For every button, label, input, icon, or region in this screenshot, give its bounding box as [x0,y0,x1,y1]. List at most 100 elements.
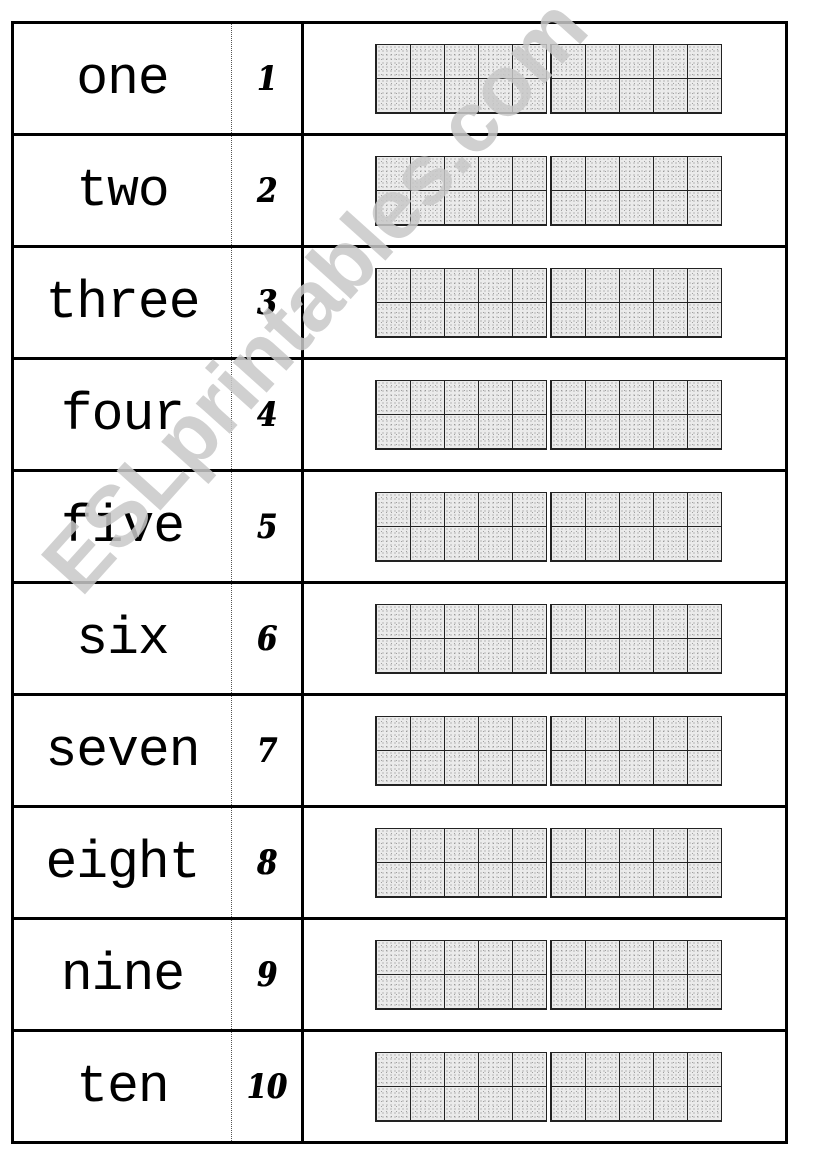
ten-frames-group [375,603,722,674]
table-row: one 1 [11,21,788,136]
ten-frame-cell [477,828,513,863]
ten-frame-cell [550,828,586,863]
numeral: 10 [246,1066,287,1107]
ten-frame [550,1051,722,1122]
ten-frame-cell [686,302,722,337]
ten-frame-cell [618,750,654,785]
ten-frame-cell [618,716,654,751]
ten-frame-cell [477,940,513,975]
ten-frame-cell [443,492,479,527]
ten-frame-cell [584,380,620,415]
ten-frame-cell [550,156,586,191]
ten-frame-cell [686,862,722,897]
ten-frame-cell [409,940,445,975]
ten-frame-cell [443,750,479,785]
ten-frame-cell [550,302,586,337]
ten-frame-cell [550,380,586,415]
table-row: two 2 [11,133,788,248]
ten-frame-cell [686,974,722,1009]
ten-frame-cell [443,414,479,449]
ten-frame-cell [652,44,688,79]
ten-frame [375,827,547,898]
ten-frame-cell [511,862,547,897]
ten-frame-cell [652,268,688,303]
number-word-cell: two [11,133,232,248]
ten-frame-cell [584,78,620,113]
ten-frame-cell [584,974,620,1009]
ten-frame-cell [477,1086,513,1121]
numeral-cell: 4 [231,357,304,472]
numeral: 9 [256,954,277,995]
number-word-cell: six [11,581,232,696]
number-word-cell: seven [11,693,232,808]
ten-frame-cell [550,526,586,561]
ten-frame-cell [443,716,479,751]
ten-frame-cell [686,750,722,785]
number-word-cell: eight [11,805,232,920]
numeral: 1 [256,58,277,99]
worksheet-page: one 1 two 2 three 3 four 4 five 5 six 6 … [0,0,826,1169]
ten-frame-cell [652,862,688,897]
ten-frame-cell [443,78,479,113]
ten-frame-cell [686,1052,722,1087]
ten-frame-cell [409,414,445,449]
ten-frame-cell [686,380,722,415]
ten-frame-cell [511,190,547,225]
numeral-cell: 2 [231,133,304,248]
ten-frame-cell [584,414,620,449]
ten-frame-cell [375,940,411,975]
ten-frame-cell [584,492,620,527]
ten-frames-group [375,491,722,562]
ten-frame-cell [618,190,654,225]
number-words-table: one 1 two 2 three 3 four 4 five 5 six 6 … [11,21,788,1144]
ten-frame-cell [443,156,479,191]
ten-frame-cell [375,974,411,1009]
ten-frames-cell [301,21,788,136]
ten-frame-cell [652,1052,688,1087]
ten-frame-cell [443,828,479,863]
ten-frame-cell [686,604,722,639]
ten-frame-cell [477,414,513,449]
ten-frame-cell [652,302,688,337]
ten-frame-cell [511,526,547,561]
ten-frame-cell [550,44,586,79]
ten-frame-cell [511,940,547,975]
ten-frame [550,491,722,562]
ten-frame-cell [584,268,620,303]
ten-frame [550,715,722,786]
ten-frame-cell [443,604,479,639]
ten-frame-cell [409,380,445,415]
ten-frame-cell [618,492,654,527]
ten-frames-group [375,267,722,338]
ten-frame [550,43,722,114]
ten-frame-cell [584,604,620,639]
ten-frame-cell [584,862,620,897]
ten-frame-cell [409,302,445,337]
ten-frame-cell [511,638,547,673]
ten-frame-cell [550,940,586,975]
ten-frame-cell [652,492,688,527]
number-word-cell: four [11,357,232,472]
ten-frame-cell [375,604,411,639]
ten-frame-cell [477,44,513,79]
ten-frame [375,491,547,562]
ten-frame-cell [375,380,411,415]
table-row: three 3 [11,245,788,360]
ten-frame-cell [409,638,445,673]
ten-frame-cell [652,974,688,1009]
ten-frame-cell [686,638,722,673]
ten-frame-cell [618,638,654,673]
ten-frame-cell [550,750,586,785]
ten-frame-cell [652,1086,688,1121]
ten-frame-cell [652,414,688,449]
ten-frame-cell [409,716,445,751]
ten-frame-cell [584,716,620,751]
ten-frame-cell [409,1086,445,1121]
ten-frame-cell [409,526,445,561]
ten-frame-cell [511,1086,547,1121]
ten-frame-cell [584,828,620,863]
ten-frame-cell [375,414,411,449]
numeral: 2 [256,170,277,211]
ten-frame-cell [375,1086,411,1121]
numeral-cell: 10 [231,1029,304,1144]
